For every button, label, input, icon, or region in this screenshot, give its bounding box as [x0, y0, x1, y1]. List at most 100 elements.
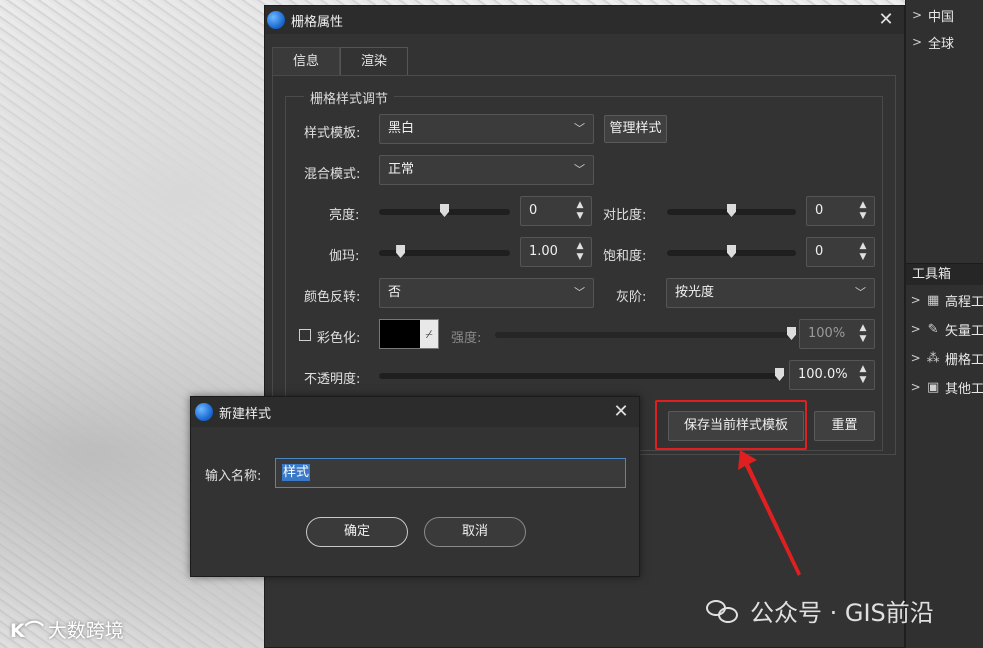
group-title: 栅格样式调节	[304, 88, 395, 107]
reset-button[interactable]: 重置	[814, 411, 875, 441]
annotation-arrow-icon	[738, 450, 801, 576]
style-template-select[interactable]: 黑白 ﹀	[379, 114, 594, 144]
toolbox-item-vector[interactable]: > ✎ 矢量工	[906, 318, 983, 340]
footer-watermark-text: 公众号 · GIS前沿	[750, 599, 934, 627]
tab-bar: 信息 渲染	[272, 47, 409, 75]
app-logo-icon	[267, 11, 285, 29]
contrast-label: 对比度:	[603, 208, 647, 223]
contrast-spinbox[interactable]: 0 ▲ ▼	[806, 196, 875, 226]
opacity-slider[interactable]	[379, 368, 784, 381]
cancel-button[interactable]: 取消	[424, 517, 526, 547]
dialog-titlebar[interactable]: 栅格属性 ✕	[265, 6, 904, 34]
opacity-spinbox[interactable]: 100.0% ▲ ▼	[789, 360, 875, 390]
color-swatch[interactable]	[380, 320, 420, 348]
toolbox-item-other[interactable]: > ▣ 其他工	[906, 376, 983, 398]
chevron-right-icon[interactable]: >	[906, 380, 925, 394]
contrast-slider[interactable]	[667, 204, 796, 217]
grayscale-label: 灰阶:	[616, 290, 647, 305]
brightness-slider[interactable]	[379, 204, 510, 217]
map-watermark-text: 大数跨境	[47, 620, 124, 642]
tree-item-label: 全球	[928, 36, 955, 52]
dialog-title: 新建样式	[219, 406, 272, 422]
style-template-value: 黑白	[388, 121, 415, 136]
opacity-value: 100.0%	[798, 367, 848, 382]
name-label: 输入名称:	[205, 469, 262, 484]
wechat-icon	[706, 598, 740, 624]
toolbox-item-label: 其他工	[944, 381, 983, 397]
grayscale-value: 按光度	[675, 285, 715, 300]
annotation-highlight-box	[655, 400, 807, 450]
spin-arrows-icon[interactable]: ▲ ▼	[858, 323, 868, 345]
new-style-dialog: 新建样式 ✕ 输入名称: 样式 确定 取消	[190, 396, 640, 577]
map-watermark: K⌒ 大数跨境	[10, 616, 124, 643]
gamma-label: 伽玛:	[329, 249, 360, 264]
saturation-slider[interactable]	[667, 245, 796, 258]
style-name-input[interactable]: 样式	[275, 458, 626, 488]
tab-render[interactable]: 渲染	[340, 47, 409, 75]
strength-slider[interactable]	[495, 327, 796, 340]
gamma-slider[interactable]	[379, 245, 510, 258]
colorize-label: 彩色化:	[317, 331, 361, 346]
brightness-spinbox[interactable]: 0 ▲ ▼	[520, 196, 592, 226]
toolbox-item-label: 矢量工	[944, 323, 983, 339]
brightness-value: 0	[529, 203, 538, 218]
tree-item-global[interactable]: > 全球	[906, 31, 983, 53]
blend-mode-value: 正常	[388, 162, 415, 177]
toolbox-item-label: 栅格工	[944, 352, 983, 368]
opacity-label: 不透明度:	[304, 372, 361, 387]
app-logo-icon	[195, 403, 213, 421]
style-name-value: 样式	[282, 464, 311, 481]
chevron-right-icon[interactable]: >	[906, 8, 928, 22]
grayscale-select[interactable]: 按光度 ﹀	[666, 278, 875, 308]
eyedropper-icon[interactable]: ⌿	[420, 320, 438, 348]
footer-watermark: 公众号 · GIS前沿	[706, 593, 934, 628]
saturation-spinbox[interactable]: 0 ▲ ▼	[806, 237, 875, 267]
grid-icon: ▦	[926, 292, 940, 308]
saturation-label: 饱和度:	[603, 249, 647, 264]
style-template-label: 样式模板:	[304, 126, 361, 141]
saturation-value: 0	[815, 244, 824, 259]
colorize-checkbox[interactable]	[299, 329, 311, 341]
invert-value: 否	[388, 285, 402, 300]
blend-mode-select[interactable]: 正常 ﹀	[379, 155, 594, 185]
chevron-right-icon[interactable]: >	[906, 322, 925, 336]
chevron-right-icon[interactable]: >	[906, 293, 925, 307]
strength-label: 强度:	[451, 331, 482, 346]
tab-info[interactable]: 信息	[272, 47, 341, 75]
gamma-spinbox[interactable]: 1.00 ▲ ▼	[520, 237, 592, 267]
invert-select[interactable]: 否 ﹀	[379, 278, 594, 308]
contrast-value: 0	[815, 203, 824, 218]
chevron-right-icon[interactable]: >	[906, 351, 925, 365]
toolbox-item-raster[interactable]: > ⁂ 栅格工	[906, 347, 983, 369]
brightness-label: 亮度:	[329, 208, 360, 223]
dialog-titlebar[interactable]: 新建样式 ✕	[191, 397, 639, 427]
spin-arrows-icon[interactable]: ▲ ▼	[858, 241, 868, 263]
chevron-down-icon: ﹀	[855, 286, 866, 299]
dialog-title: 栅格属性	[291, 14, 344, 30]
tree-item-china[interactable]: > 中国	[906, 4, 983, 26]
chevron-down-icon: ﹀	[574, 122, 585, 135]
apps-icon: ▣	[926, 379, 940, 395]
strength-value: 100%	[808, 326, 846, 341]
chevron-down-icon: ﹀	[574, 286, 585, 299]
right-panel: > 中国 > 全球 工具箱 > ▦ 高程工 > ✎ 矢量工 > ⁂ 栅格工 > …	[905, 0, 983, 648]
spin-arrows-icon[interactable]: ▲ ▼	[858, 364, 868, 386]
invert-label: 颜色反转:	[304, 290, 361, 305]
manage-styles-button[interactable]: 管理样式	[604, 115, 667, 143]
colorize-color-picker[interactable]: ⌿	[379, 319, 439, 349]
strength-spinbox[interactable]: 100% ▲ ▼	[799, 319, 875, 349]
spin-arrows-icon[interactable]: ▲ ▼	[575, 200, 585, 222]
chevron-down-icon: ﹀	[574, 163, 585, 176]
chevron-right-icon[interactable]: >	[906, 35, 928, 49]
toolbox-header: 工具箱	[906, 263, 983, 285]
toolbox-item-elevation[interactable]: > ▦ 高程工	[906, 289, 983, 311]
spin-arrows-icon[interactable]: ▲ ▼	[575, 241, 585, 263]
gamma-value: 1.00	[529, 244, 558, 259]
blend-mode-label: 混合模式:	[304, 167, 361, 182]
ok-button[interactable]: 确定	[306, 517, 408, 547]
tree-item-label: 中国	[928, 9, 955, 25]
close-icon[interactable]: ✕	[876, 10, 896, 30]
spin-arrows-icon[interactable]: ▲ ▼	[858, 200, 868, 222]
watermark-logo-icon: K⌒	[10, 620, 44, 642]
close-icon[interactable]: ✕	[611, 402, 631, 422]
